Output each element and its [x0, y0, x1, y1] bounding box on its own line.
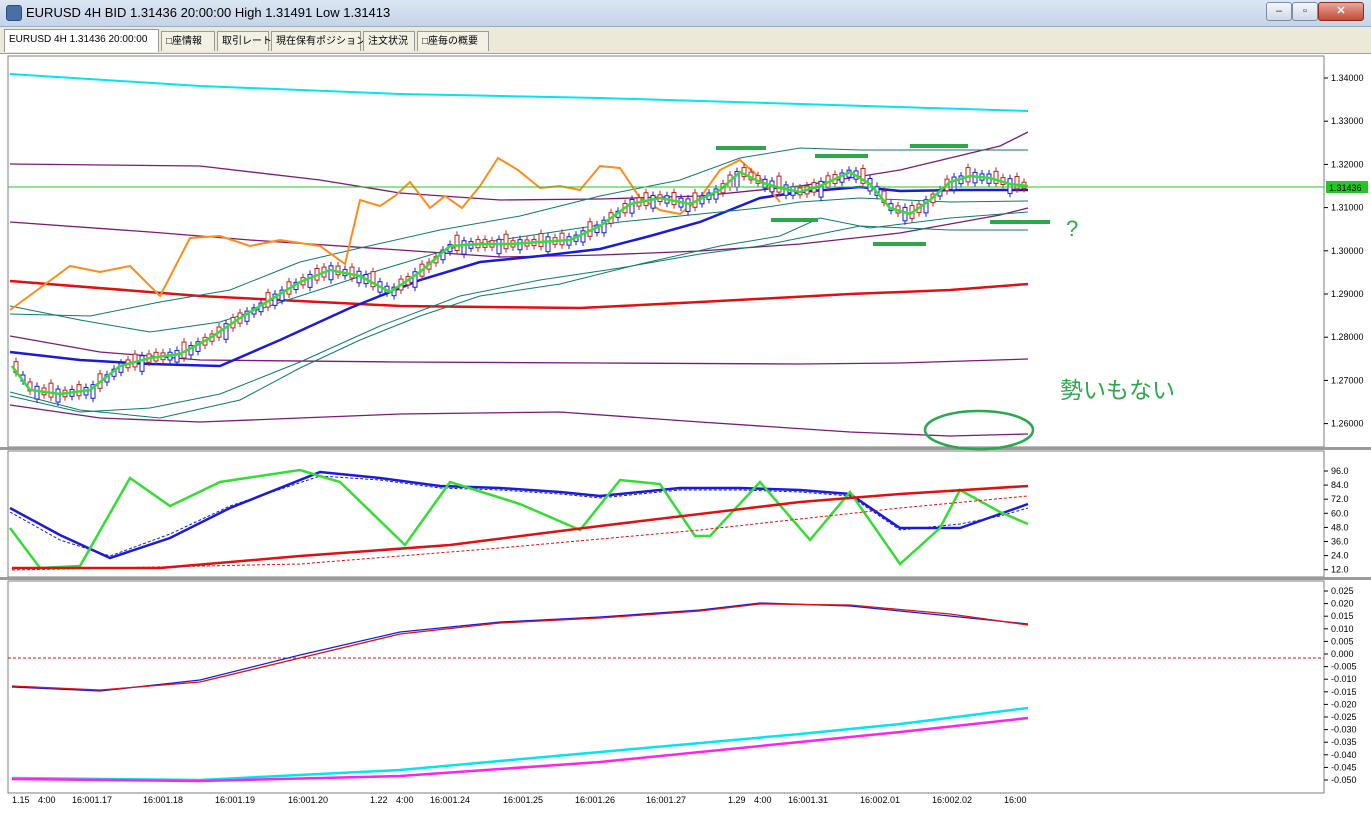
- time-tick-label: 16:001.27: [646, 795, 686, 805]
- candle-body: [650, 194, 656, 209]
- macd-tick-label: -0.025: [1331, 712, 1357, 722]
- minimize-button[interactable]: ‒: [1266, 2, 1292, 21]
- price-tick-label: 1.31000: [1331, 203, 1364, 213]
- candle-body: [174, 350, 180, 363]
- maximize-button[interactable]: ▫: [1292, 2, 1318, 21]
- price-tick-label: 1.30000: [1331, 246, 1364, 256]
- candle-body: [671, 191, 677, 206]
- candle-body: [503, 233, 509, 250]
- candle-body: [48, 382, 54, 398]
- time-tick-label: 16:001.19: [215, 795, 255, 805]
- candle-body: [685, 198, 691, 212]
- macd-tick-label: 0.010: [1331, 624, 1354, 634]
- candle-body: [545, 236, 551, 253]
- candle-body: [965, 167, 971, 183]
- time-tick-label: 16:001.17: [72, 795, 112, 805]
- time-tick-label: 16:001.18: [143, 795, 183, 805]
- tab-account-summary[interactable]: □座毎の概要: [417, 31, 489, 51]
- time-tick-label: 4:00: [38, 795, 56, 805]
- time-tick-label: 16:001.24: [430, 795, 470, 805]
- candle-body: [538, 233, 544, 247]
- candle-body: [951, 176, 957, 191]
- close-button[interactable]: ✕: [1318, 2, 1364, 21]
- stochastic-axis: 96.0 84.0 72.0 60.0 48.0 36.0 24.0 12.0: [1324, 466, 1349, 575]
- time-tick-label: 4:00: [754, 795, 772, 805]
- chart-canvas[interactable]: 1.31436 ? 勢いもない 1.340001.330001.320001.3…: [0, 54, 1371, 810]
- macd-tick-label: -0.030: [1331, 725, 1357, 735]
- macd-tick-label: -0.035: [1331, 737, 1357, 747]
- time-axis: 1.15 4:00 16:001.17 16:001.18 16:001.19 16:00…: [12, 795, 1027, 805]
- stochastic-pane: [7, 450, 1325, 578]
- tab-chart[interactable]: EURUSD 4H 1.31436 20:00:00: [4, 29, 159, 52]
- macd-tick-label: -0.010: [1331, 674, 1357, 684]
- window-title: EURUSD 4H BID 1.31436 20:00:00 High 1.31…: [26, 5, 391, 20]
- candle-body: [55, 388, 61, 403]
- candle-body: [643, 192, 649, 207]
- time-tick-label: 16:001.26: [575, 795, 615, 805]
- candle-body: [517, 239, 523, 251]
- window-titlebar: EURUSD 4H BID 1.31436 20:00:00 High 1.31…: [0, 0, 1371, 27]
- price-tick-label: 1.28000: [1331, 332, 1364, 342]
- time-tick-label: 16:001.20: [288, 795, 328, 805]
- stoch-tick-label: 12.0: [1331, 565, 1349, 575]
- macd-tick-label: 0.020: [1331, 599, 1354, 609]
- stoch-tick-label: 48.0: [1331, 522, 1349, 532]
- tab-orders[interactable]: 注文状況: [363, 31, 415, 51]
- stoch-tick-label: 96.0: [1331, 466, 1349, 476]
- time-tick-label: 1.22: [370, 795, 388, 805]
- macd-tick-label: -0.045: [1331, 762, 1357, 772]
- macd-tick-label: 0.015: [1331, 611, 1354, 621]
- candle-body: [1007, 178, 1013, 194]
- question-annotation: ?: [1066, 216, 1078, 241]
- price-tick-label: 1.29000: [1331, 289, 1364, 299]
- candle-body: [454, 234, 460, 252]
- price-tick-label: 1.32000: [1331, 159, 1364, 169]
- macd-tick-label: -0.040: [1331, 750, 1357, 760]
- stoch-tick-label: 84.0: [1331, 480, 1349, 490]
- stoch-tick-label: 72.0: [1331, 494, 1349, 504]
- chart-tab-bar: EURUSD 4H 1.31436 20:00:00 □座情報 取引レート 現在…: [0, 27, 1371, 54]
- tab-positions[interactable]: 現在保有ポジション: [271, 31, 366, 51]
- time-tick-label: 4:00: [396, 795, 414, 805]
- candle-body: [776, 175, 782, 193]
- macd-tick-label: -0.050: [1331, 775, 1357, 785]
- tab-account-info[interactable]: □座情報: [161, 31, 215, 51]
- macd-tick-label: 0.005: [1331, 636, 1354, 646]
- candle-body: [629, 198, 635, 214]
- candle-body: [496, 238, 502, 255]
- stoch-tick-label: 24.0: [1331, 551, 1349, 561]
- macd-axis: 0.025 0.020 0.015 0.010 0.005 0.000 -0.005 -0.0…: [1324, 586, 1357, 785]
- tab-rates[interactable]: 取引レート: [217, 31, 272, 51]
- momentum-annotation: 勢いもない: [1060, 377, 1175, 403]
- candle-body: [993, 170, 999, 184]
- time-tick-label: 16:002.02: [932, 795, 972, 805]
- macd-tick-label: -0.005: [1331, 662, 1357, 672]
- current-price-label: 1.31436: [1329, 183, 1362, 193]
- stoch-tick-label: 36.0: [1331, 537, 1349, 547]
- macd-tick-label: 0.000: [1331, 649, 1354, 659]
- time-tick-label: 16:00: [1004, 795, 1027, 805]
- time-tick-label: 16:001.25: [503, 795, 543, 805]
- candle-body: [461, 240, 467, 255]
- chart-area[interactable]: 1.31436 ? 勢いもない 1.34000 1.33000 1.32000 1.3…: [0, 54, 1371, 810]
- price-tick-label: 1.34000: [1331, 73, 1364, 83]
- time-tick-label: 16:001.31: [788, 795, 828, 805]
- time-tick-label: 16:002.01: [860, 795, 900, 805]
- macd-tick-label: 0.025: [1331, 586, 1354, 596]
- stoch-tick-label: 60.0: [1331, 508, 1349, 518]
- candle-body: [328, 265, 334, 281]
- macd-tick-label: -0.020: [1331, 699, 1357, 709]
- macd-tick-label: -0.015: [1331, 687, 1357, 697]
- candle-body: [34, 385, 40, 400]
- candle-body: [349, 266, 355, 279]
- price-tick-label: 1.26000: [1331, 419, 1364, 429]
- candle-body: [139, 355, 145, 372]
- price-tick-label: 1.33000: [1331, 116, 1364, 126]
- app-icon: [6, 5, 22, 21]
- candle-body: [559, 232, 565, 246]
- price-axis: 1.34000 1.33000 1.32000 1.31000 1.30000 1.290…: [1324, 73, 1364, 429]
- time-tick-label: 1.15: [12, 795, 30, 805]
- time-tick-label: 1.29: [728, 795, 746, 805]
- price-tick-label: 1.27000: [1331, 375, 1364, 385]
